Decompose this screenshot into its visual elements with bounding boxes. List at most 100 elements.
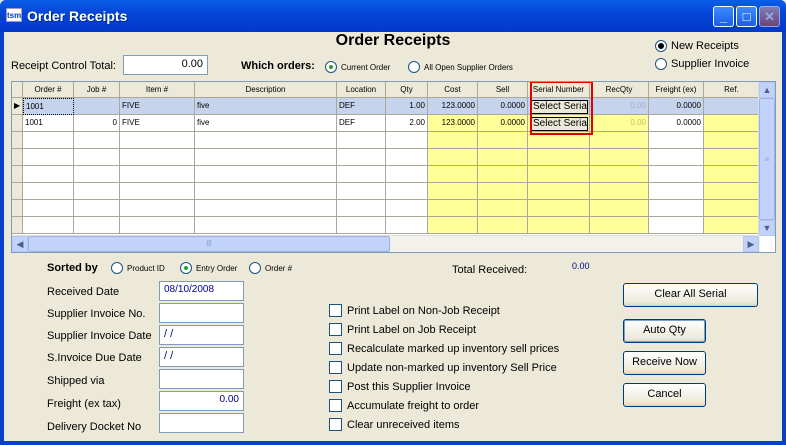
radio-sort-product-id[interactable]: Product ID xyxy=(111,262,165,274)
close-button[interactable]: ✕ xyxy=(759,6,780,27)
column-header-job[interactable]: Job # xyxy=(74,82,120,98)
title-bar[interactable]: tsm Order Receipts _ □ ✕ xyxy=(0,0,786,32)
cancel-button[interactable]: Cancel xyxy=(623,383,706,407)
cell-sell[interactable]: 0.0000 xyxy=(478,98,528,115)
empty-cell xyxy=(120,183,195,200)
order-lines-grid[interactable]: Order # Job # Item # Description Locatio… xyxy=(11,81,776,253)
cell-location[interactable]: DEF xyxy=(337,98,386,115)
empty-cell xyxy=(528,217,590,234)
receipt-control-total-input[interactable]: 0.00 xyxy=(123,55,208,75)
radio-new-receipts[interactable]: New Receipts xyxy=(655,40,739,52)
auto-qty-button[interactable]: Auto Qty xyxy=(623,319,706,343)
empty-cell xyxy=(23,200,74,217)
empty-cell xyxy=(590,183,649,200)
vertical-scroll-thumb[interactable]: ≡ xyxy=(759,98,775,220)
column-header-order[interactable]: Order # xyxy=(23,82,74,98)
empty-cell xyxy=(528,166,590,183)
column-header-item[interactable]: Item # xyxy=(120,82,195,98)
empty-cell xyxy=(704,132,760,149)
scroll-up-arrow-icon[interactable]: ▲ xyxy=(759,82,775,98)
empty-cell xyxy=(74,149,120,166)
cell-qty[interactable]: 1.00 xyxy=(386,98,428,115)
column-header-description[interactable]: Description xyxy=(195,82,337,98)
scroll-left-arrow-icon[interactable]: ◀ xyxy=(12,236,28,252)
cell-freight[interactable]: 0.0000 xyxy=(649,98,704,115)
scroll-down-arrow-icon[interactable]: ▼ xyxy=(759,220,775,236)
checkbox-post-supplier-invoice[interactable]: Post this Supplier Invoice xyxy=(329,380,471,393)
cell-location[interactable]: DEF xyxy=(337,115,386,132)
column-header-location[interactable]: Location xyxy=(337,82,386,98)
checkbox-print-label-non-job[interactable]: Print Label on Non-Job Receipt xyxy=(329,304,500,317)
cell-order[interactable]: 1001 xyxy=(23,115,74,132)
delivery-docket-input[interactable] xyxy=(159,413,244,433)
receive-now-button[interactable]: Receive Now xyxy=(623,351,706,375)
supplier-invoice-date-input[interactable]: / / xyxy=(159,325,244,345)
empty-cell xyxy=(74,200,120,217)
cell-ref[interactable] xyxy=(704,115,760,132)
empty-cell xyxy=(120,166,195,183)
cell-description[interactable]: five xyxy=(195,115,337,132)
empty-cell xyxy=(23,183,74,200)
vertical-scrollbar[interactable]: ▲ ≡ ▼ xyxy=(758,82,775,236)
cell-job[interactable] xyxy=(74,98,120,115)
empty-cell xyxy=(12,149,23,166)
checkbox-clear-unreceived[interactable]: Clear unreceived items xyxy=(329,418,460,431)
row-indicator xyxy=(12,115,23,132)
empty-cell xyxy=(195,132,337,149)
checkbox-accumulate-freight[interactable]: Accumulate freight to order xyxy=(329,399,479,412)
radio-selected-icon xyxy=(655,40,667,52)
checkbox-recalculate-sell[interactable]: Recalculate marked up inventory sell pri… xyxy=(329,342,559,355)
empty-cell xyxy=(12,200,23,217)
cell-qty[interactable]: 2.00 xyxy=(386,115,428,132)
received-date-input[interactable]: 08/10/2008 xyxy=(159,281,244,301)
minimize-button[interactable]: _ xyxy=(713,6,734,27)
radio-all-open-orders[interactable]: All Open Supplier Orders xyxy=(408,61,513,73)
supplier-invoice-no-input[interactable] xyxy=(159,303,244,323)
empty-cell xyxy=(386,200,428,217)
column-header-cost[interactable]: Cost xyxy=(428,82,478,98)
clear-all-serial-button[interactable]: Clear All Serial xyxy=(623,283,758,307)
shipped-via-input[interactable] xyxy=(159,369,244,389)
radio-current-order[interactable]: Current Order xyxy=(325,61,390,73)
cell-cost[interactable]: 123.0000 xyxy=(428,98,478,115)
empty-cell xyxy=(386,166,428,183)
horizontal-scrollbar[interactable]: ◀ lll ▶ xyxy=(12,235,760,252)
empty-cell xyxy=(386,149,428,166)
column-header-sell[interactable]: Sell xyxy=(478,82,528,98)
scroll-right-arrow-icon[interactable]: ▶ xyxy=(743,236,759,252)
cell-description[interactable]: five xyxy=(195,98,337,115)
empty-cell xyxy=(528,149,590,166)
radio-supplier-invoice[interactable]: Supplier Invoice xyxy=(655,58,749,70)
cell-cost[interactable]: 123.0000 xyxy=(428,115,478,132)
cell-item[interactable]: FIVE xyxy=(120,98,195,115)
cell-ref[interactable] xyxy=(704,98,760,115)
freight-input[interactable]: 0.00 xyxy=(159,391,244,411)
cell-order[interactable]: 1001 xyxy=(23,98,74,115)
checkbox-print-label-job[interactable]: Print Label on Job Receipt xyxy=(329,323,476,336)
empty-cell xyxy=(337,132,386,149)
empty-cell xyxy=(428,217,478,234)
freight-label: Freight (ex tax) xyxy=(47,398,121,410)
cell-sell[interactable]: 0.0000 xyxy=(478,115,528,132)
empty-cell xyxy=(428,132,478,149)
maximize-button[interactable]: □ xyxy=(736,6,757,27)
supplier-invoice-date-label: Supplier Invoice Date xyxy=(47,330,152,342)
invoice-due-date-input[interactable]: / / xyxy=(159,347,244,367)
horizontal-scroll-thumb[interactable]: lll xyxy=(28,236,390,252)
cell-job[interactable]: 0 xyxy=(74,115,120,132)
cell-freight[interactable]: 0.0000 xyxy=(649,115,704,132)
column-header-freight[interactable]: Freight (ex) xyxy=(649,82,704,98)
checkbox-icon xyxy=(329,323,342,336)
cell-recqty[interactable]: 0.00 xyxy=(590,98,649,115)
radio-sort-order-number[interactable]: Order # xyxy=(249,262,292,274)
checkbox-update-sell-price[interactable]: Update non-marked up inventory Sell Pric… xyxy=(329,361,557,374)
radio-sort-entry-order[interactable]: Entry Order xyxy=(180,262,237,274)
checkbox-icon xyxy=(329,304,342,317)
column-header-ref[interactable]: Ref. xyxy=(704,82,760,98)
column-header-qty[interactable]: Qty xyxy=(386,82,428,98)
cell-recqty[interactable]: 0.00 xyxy=(590,115,649,132)
cell-item[interactable]: FIVE xyxy=(120,115,195,132)
empty-cell xyxy=(428,183,478,200)
column-header-recqty[interactable]: RecQty xyxy=(590,82,649,98)
empty-cell xyxy=(74,217,120,234)
